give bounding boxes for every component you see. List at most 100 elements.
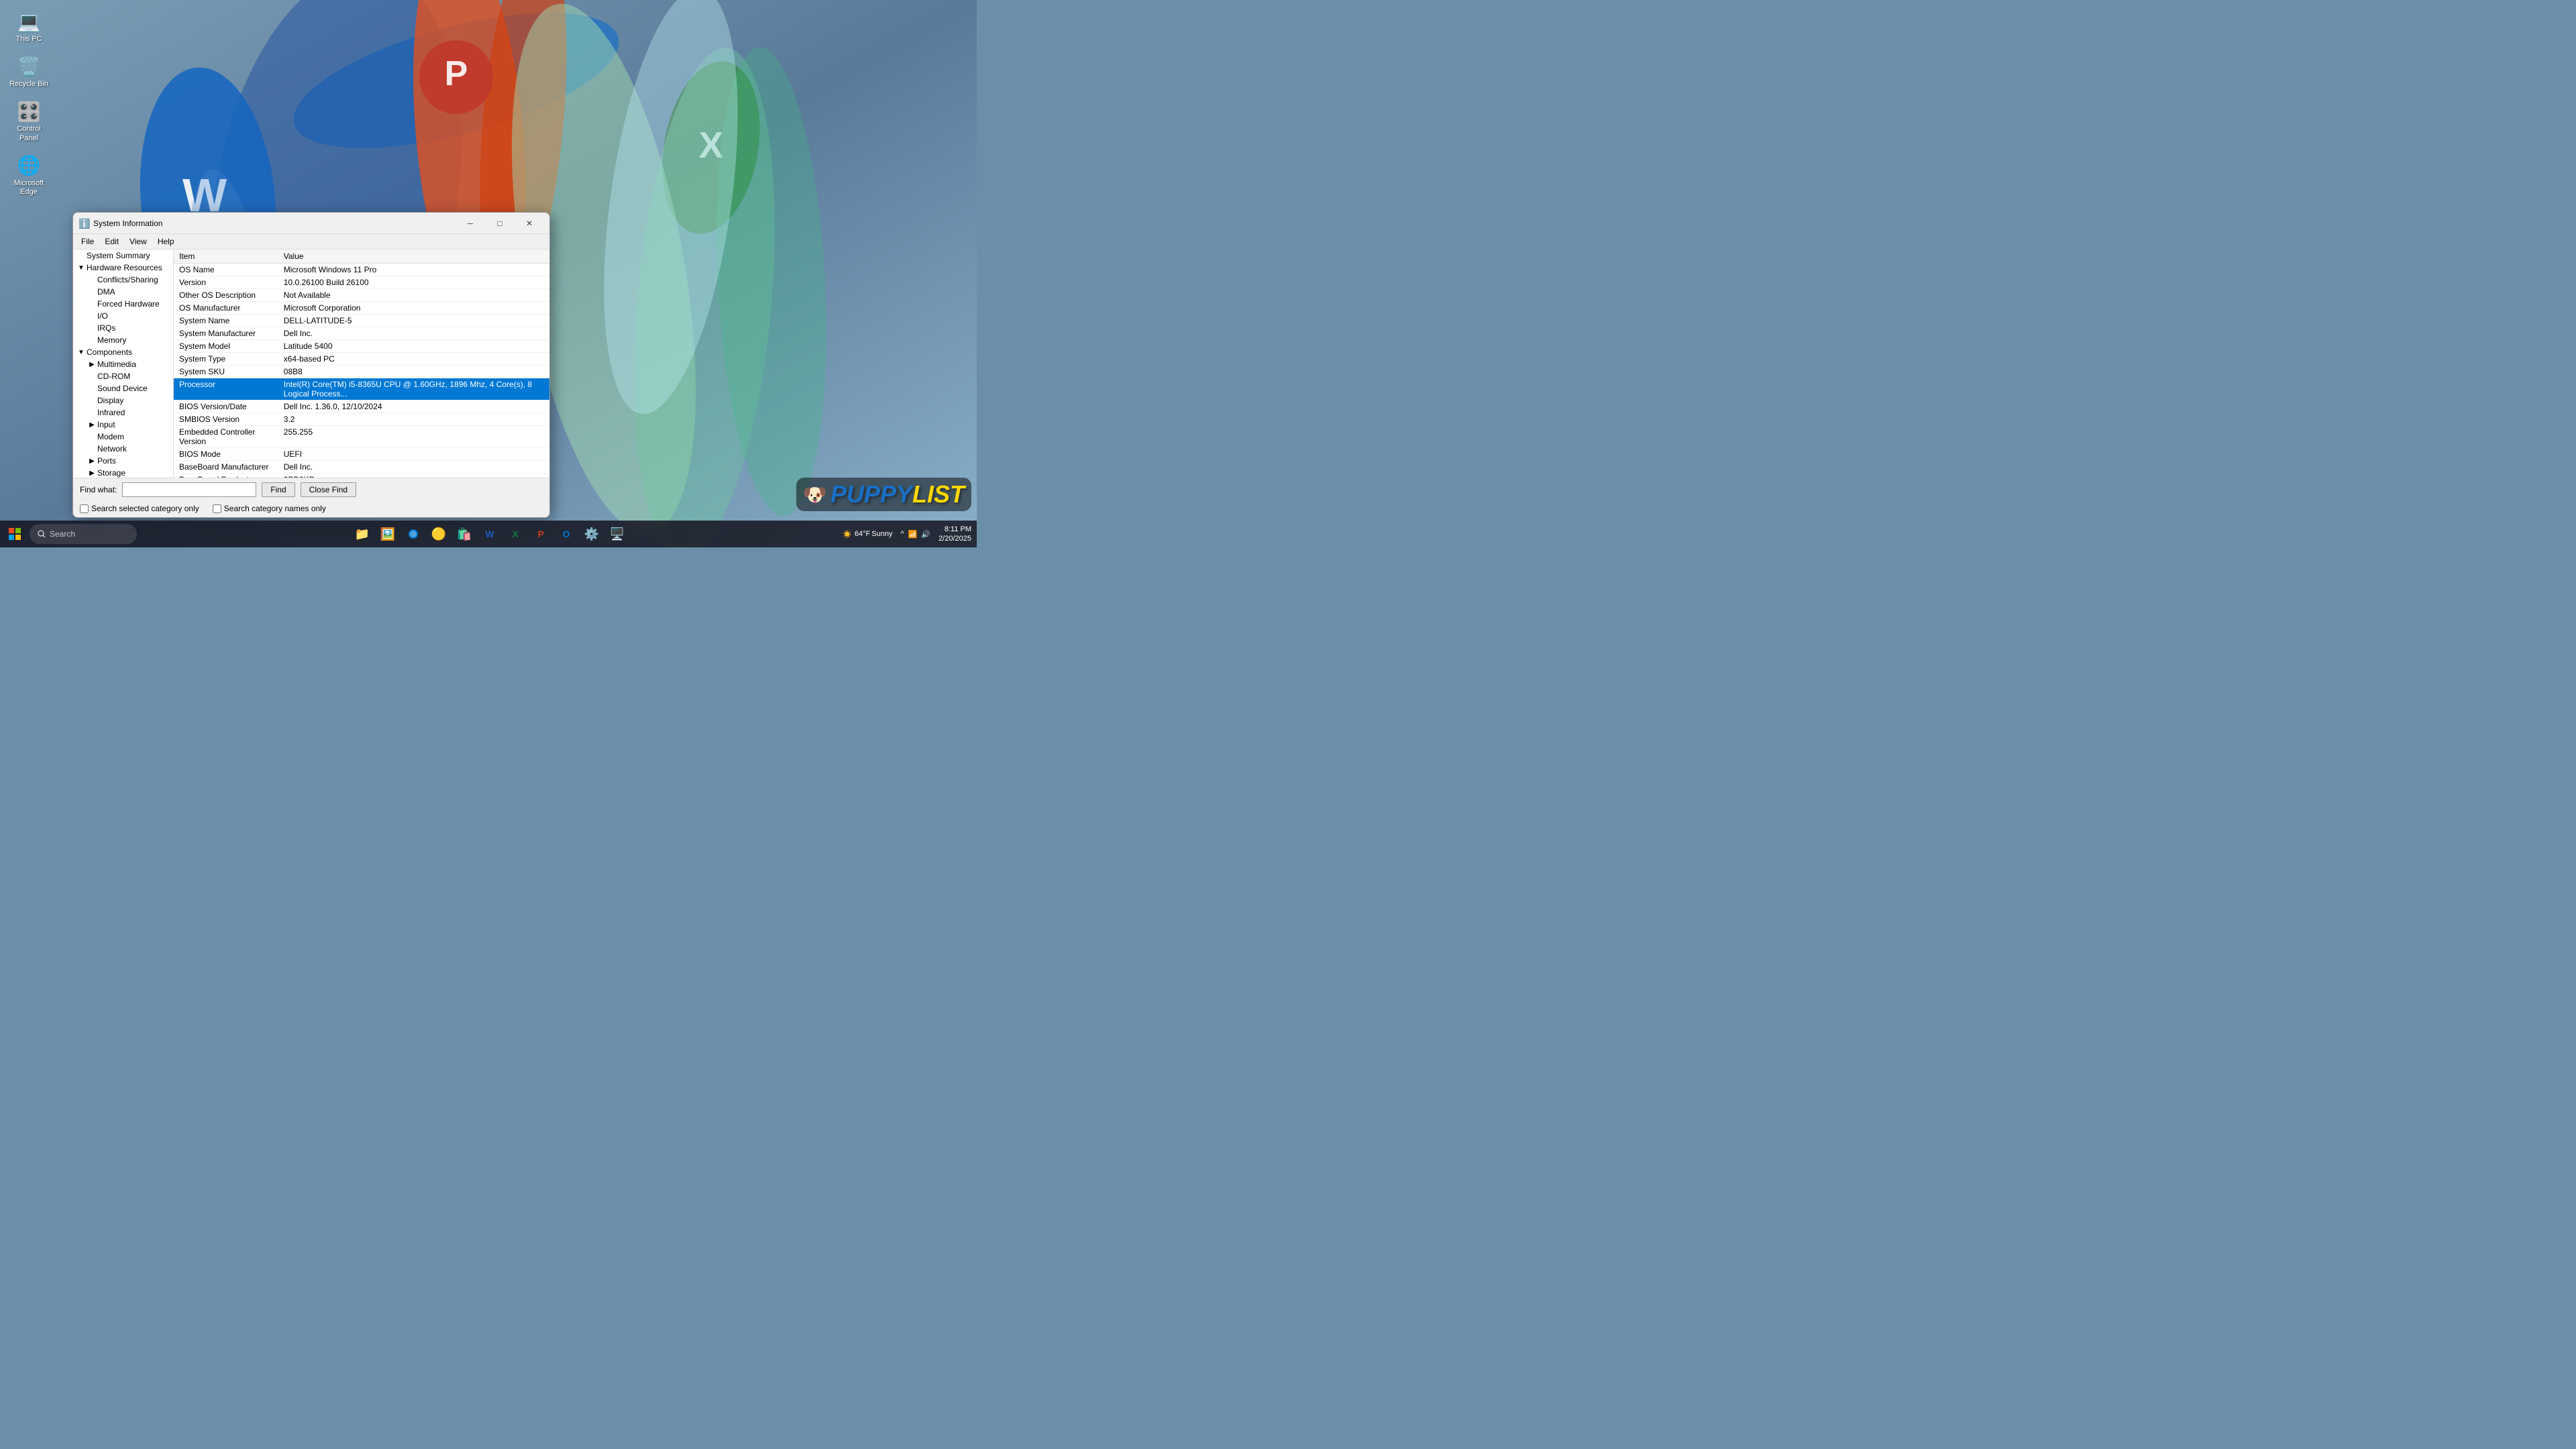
network-icon[interactable]: 📶 bbox=[908, 530, 918, 539]
taskbar-search[interactable]: Search bbox=[30, 524, 137, 544]
weather-temp: 64°F bbox=[855, 530, 870, 538]
table-row[interactable]: Embedded Controller Version255.255 bbox=[174, 426, 549, 448]
tree-item-dma[interactable]: DMA bbox=[73, 286, 173, 298]
taskbar-app-terminal[interactable]: 🖥️ bbox=[605, 522, 629, 546]
tree-item-input[interactable]: ▶ Input bbox=[73, 419, 173, 431]
weather-icon: ☀️ bbox=[843, 530, 852, 539]
taskbar-app-powerpoint[interactable]: P bbox=[529, 522, 553, 546]
taskbar-app-store[interactable]: 🛍️ bbox=[452, 522, 476, 546]
tree-item-hardware-resources[interactable]: ▼ Hardware Resources bbox=[73, 262, 173, 274]
menu-help[interactable]: Help bbox=[152, 235, 180, 248]
taskbar-weather[interactable]: ☀️ 64°F Sunny bbox=[843, 530, 892, 539]
menu-view[interactable]: View bbox=[124, 235, 152, 248]
taskbar-app-files[interactable]: 🟡 bbox=[427, 522, 451, 546]
tree-item-sound-device[interactable]: Sound Device bbox=[73, 382, 173, 394]
table-row[interactable]: System ModelLatitude 5400 bbox=[174, 340, 549, 353]
find-input[interactable] bbox=[122, 482, 256, 497]
table-row[interactable]: System SKU08B8 bbox=[174, 366, 549, 378]
taskbar-apps: 📁 🖼️ 🟡 🛍️ W X P O ⚙️ 🖥️ bbox=[137, 522, 843, 546]
search-selected-checkbox[interactable] bbox=[80, 504, 89, 513]
tree-item-display[interactable]: Display bbox=[73, 394, 173, 407]
microsoft-edge-label: Microsoft Edge bbox=[8, 179, 50, 197]
desktop-icon-control-panel[interactable]: 🎛️ Control Panel bbox=[5, 97, 52, 145]
close-button[interactable]: ✕ bbox=[515, 213, 544, 233]
search-names-checkbox[interactable] bbox=[213, 504, 221, 513]
menu-edit[interactable]: Edit bbox=[99, 235, 124, 248]
desktop-icon-microsoft-edge[interactable]: 🌐 Microsoft Edge bbox=[5, 151, 52, 199]
data-table: Item Value OS NameMicrosoft Windows 11 P… bbox=[174, 250, 549, 478]
tree-item-system-summary[interactable]: System Summary bbox=[73, 250, 173, 262]
taskbar-app-photos[interactable]: 🖼️ bbox=[376, 522, 400, 546]
menu-file[interactable]: File bbox=[76, 235, 99, 248]
table-row[interactable]: Version10.0.26100 Build 26100 bbox=[174, 276, 549, 289]
window-titlebar: ℹ️ System Information ─ □ ✕ bbox=[73, 213, 549, 234]
table-row[interactable]: BIOS Version/DateDell Inc. 1.36.0, 12/10… bbox=[174, 400, 549, 413]
table-cell-item: System Manufacturer bbox=[174, 327, 278, 340]
table-cell-value: x64-based PC bbox=[278, 353, 549, 366]
table-cell-item: System SKU bbox=[174, 366, 278, 378]
desktop-icon-this-pc[interactable]: 💻 This PC bbox=[5, 7, 52, 46]
find-bar: Find what: Find Close Find bbox=[73, 478, 549, 501]
desktop-icon-recycle-bin[interactable]: 🗑️ Recycle Bin bbox=[5, 52, 52, 91]
taskbar-app-outlook[interactable]: O bbox=[554, 522, 578, 546]
tree-item-multimedia[interactable]: ▶ Multimedia bbox=[73, 358, 173, 370]
taskbar-right: ☀️ 64°F Sunny ^ 📶 🔊 8:11 PM 2/20/2025 bbox=[843, 525, 977, 544]
table-row[interactable]: BaseBoard ManufacturerDell Inc. bbox=[174, 461, 549, 474]
table-row[interactable]: BIOS ModeUEFI bbox=[174, 448, 549, 461]
taskbar-app-edge[interactable] bbox=[401, 522, 425, 546]
table-row[interactable]: Other OS DescriptionNot Available bbox=[174, 289, 549, 302]
tree-item-io[interactable]: I/O bbox=[73, 310, 173, 322]
table-row[interactable]: OS NameMicrosoft Windows 11 Pro bbox=[174, 264, 549, 276]
weather-desc: Sunny bbox=[871, 530, 892, 538]
table-row[interactable]: System Typex64-based PC bbox=[174, 353, 549, 366]
taskbar-app-word[interactable]: W bbox=[478, 522, 502, 546]
table-cell-value: Dell Inc. bbox=[278, 327, 549, 340]
table-row[interactable]: BaseBoard Product0PD9KD bbox=[174, 474, 549, 478]
chevron-up-icon[interactable]: ^ bbox=[900, 530, 904, 538]
volume-icon[interactable]: 🔊 bbox=[921, 530, 930, 539]
table-cell-item: BaseBoard Manufacturer bbox=[174, 461, 278, 474]
find-button[interactable]: Find bbox=[262, 482, 294, 497]
tree-item-infrared[interactable]: Infrared bbox=[73, 407, 173, 419]
window-content: System Summary ▼ Hardware Resources Conf… bbox=[73, 250, 549, 478]
svg-text:P: P bbox=[445, 54, 468, 93]
taskbar-app-excel[interactable]: X bbox=[503, 522, 527, 546]
tree-item-network[interactable]: Network bbox=[73, 443, 173, 455]
expander-multimedia: ▶ bbox=[87, 361, 97, 368]
taskbar-clock[interactable]: 8:11 PM 2/20/2025 bbox=[938, 525, 971, 544]
tree-item-forced-hardware[interactable]: Forced Hardware bbox=[73, 298, 173, 310]
taskbar-app-settings[interactable]: ⚙️ bbox=[580, 522, 604, 546]
table-row[interactable]: System ManufacturerDell Inc. bbox=[174, 327, 549, 340]
table-row[interactable]: ProcessorIntel(R) Core(TM) i5-8365U CPU … bbox=[174, 378, 549, 400]
search-names-label: Search category names only bbox=[224, 504, 326, 513]
tree-item-irqs[interactable]: IRQs bbox=[73, 322, 173, 334]
tree-item-modem[interactable]: Modem bbox=[73, 431, 173, 443]
puppylist-badge: 🐶 PUPPYLIST bbox=[796, 478, 971, 511]
search-label: Search bbox=[50, 529, 75, 539]
search-selected-option: Search selected category only bbox=[80, 504, 199, 513]
tree-item-cd-rom[interactable]: CD-ROM bbox=[73, 370, 173, 382]
table-row[interactable]: System NameDELL-LATITUDE-5 bbox=[174, 315, 549, 327]
table-cell-item: SMBIOS Version bbox=[174, 413, 278, 426]
table-row[interactable]: SMBIOS Version3.2 bbox=[174, 413, 549, 426]
table-cell-value: 08B8 bbox=[278, 366, 549, 378]
clock-date: 2/20/2025 bbox=[938, 534, 971, 543]
start-button[interactable] bbox=[3, 522, 27, 546]
tree-item-memory[interactable]: Memory bbox=[73, 334, 173, 346]
tree-item-conflicts-sharing[interactable]: Conflicts/Sharing bbox=[73, 274, 173, 286]
minimize-button[interactable]: ─ bbox=[455, 213, 485, 233]
tree-item-storage[interactable]: ▶ Storage bbox=[73, 467, 173, 478]
expander-storage: ▶ bbox=[87, 470, 97, 477]
table-row[interactable]: OS ManufacturerMicrosoft Corporation bbox=[174, 302, 549, 315]
close-find-button[interactable]: Close Find bbox=[301, 482, 356, 497]
table-cell-item: Embedded Controller Version bbox=[174, 426, 278, 448]
tree-item-ports[interactable]: ▶ Ports bbox=[73, 455, 173, 467]
table-cell-value: Intel(R) Core(TM) i5-8365U CPU @ 1.60GHz… bbox=[278, 378, 549, 400]
taskbar-app-explorer[interactable]: 📁 bbox=[350, 522, 374, 546]
tree-item-components[interactable]: ▼ Components bbox=[73, 346, 173, 358]
microsoft-edge-icon: 🌐 bbox=[17, 154, 41, 178]
data-panel[interactable]: Item Value OS NameMicrosoft Windows 11 P… bbox=[174, 250, 549, 478]
maximize-button[interactable]: □ bbox=[485, 213, 515, 233]
expander-components: ▼ bbox=[76, 349, 87, 356]
table-cell-item: System Model bbox=[174, 340, 278, 353]
